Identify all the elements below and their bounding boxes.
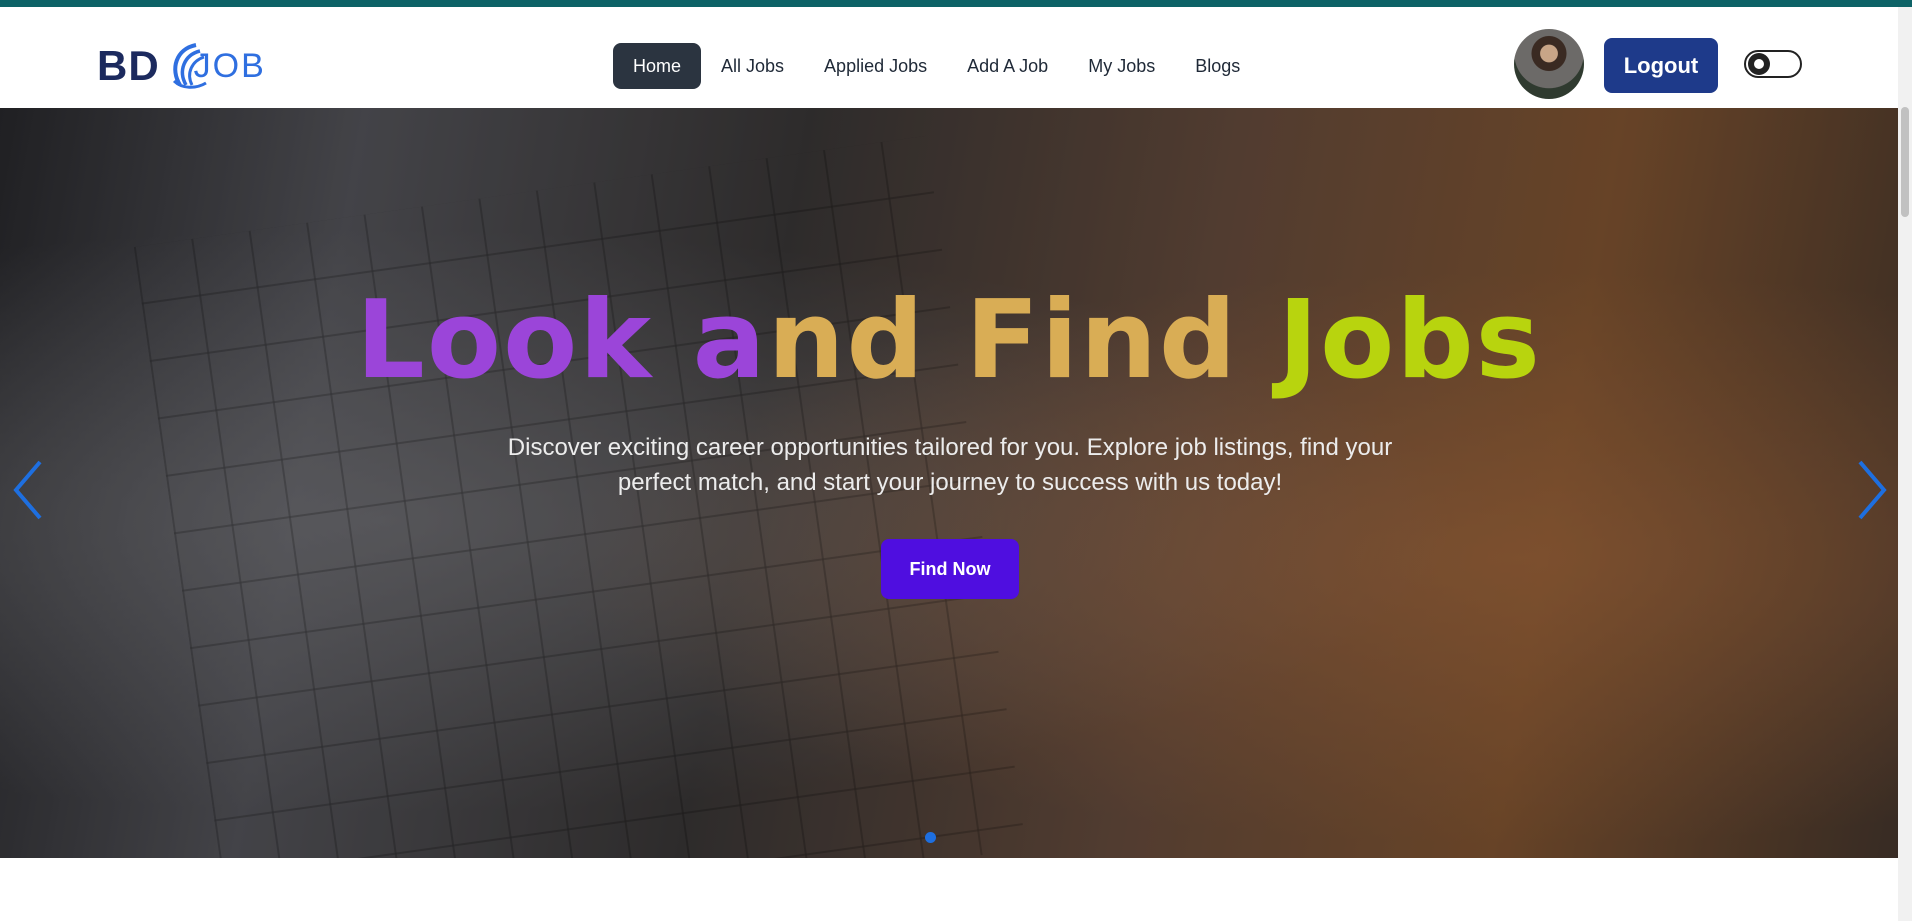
hero-title-part-3: Jobs	[1277, 278, 1542, 403]
site-logo[interactable]: BD JOB	[97, 38, 266, 94]
hero-subtitle: Discover exciting career opportunities t…	[507, 434, 1393, 496]
navbar: BD JOB Home All Jobs Applied Jobs Add A …	[0, 7, 1898, 108]
logo-text-bd: BD	[97, 42, 160, 89]
hero-title-part-1: Look a	[356, 278, 768, 403]
nav-applied-jobs[interactable]: Applied Jobs	[804, 43, 947, 89]
theme-toggle-knob-icon	[1748, 53, 1770, 75]
hero-title-part-2: nd Find	[767, 278, 1278, 403]
hero-carousel: Look and Find Jobs Discover exciting car…	[0, 108, 1898, 858]
nav-blogs[interactable]: Blogs	[1175, 43, 1260, 89]
page-scrollbar[interactable]	[1898, 7, 1912, 921]
scrollbar-thumb[interactable]	[1901, 107, 1909, 217]
find-now-button[interactable]: Find Now	[881, 539, 1019, 599]
logout-button[interactable]: Logout	[1604, 38, 1718, 93]
carousel-indicator-dot[interactable]	[925, 832, 936, 843]
nav-all-jobs[interactable]: All Jobs	[701, 43, 804, 89]
carousel-next-icon[interactable]	[1850, 456, 1890, 524]
nav-home[interactable]: Home	[613, 43, 702, 89]
nav-my-jobs[interactable]: My Jobs	[1068, 43, 1175, 89]
page-content-below-hero	[0, 858, 1898, 921]
main-menu: Home All Jobs Applied Jobs Add A Job My …	[613, 43, 1260, 89]
carousel-prev-icon[interactable]	[10, 456, 50, 524]
logo-text-job: JOB	[193, 46, 266, 85]
theme-toggle[interactable]	[1744, 50, 1802, 78]
user-avatar[interactable]	[1514, 29, 1584, 99]
nav-add-a-job[interactable]: Add A Job	[947, 43, 1068, 89]
hero-title: Look and Find Jobs	[0, 276, 1898, 406]
top-accent-bar	[0, 0, 1912, 7]
